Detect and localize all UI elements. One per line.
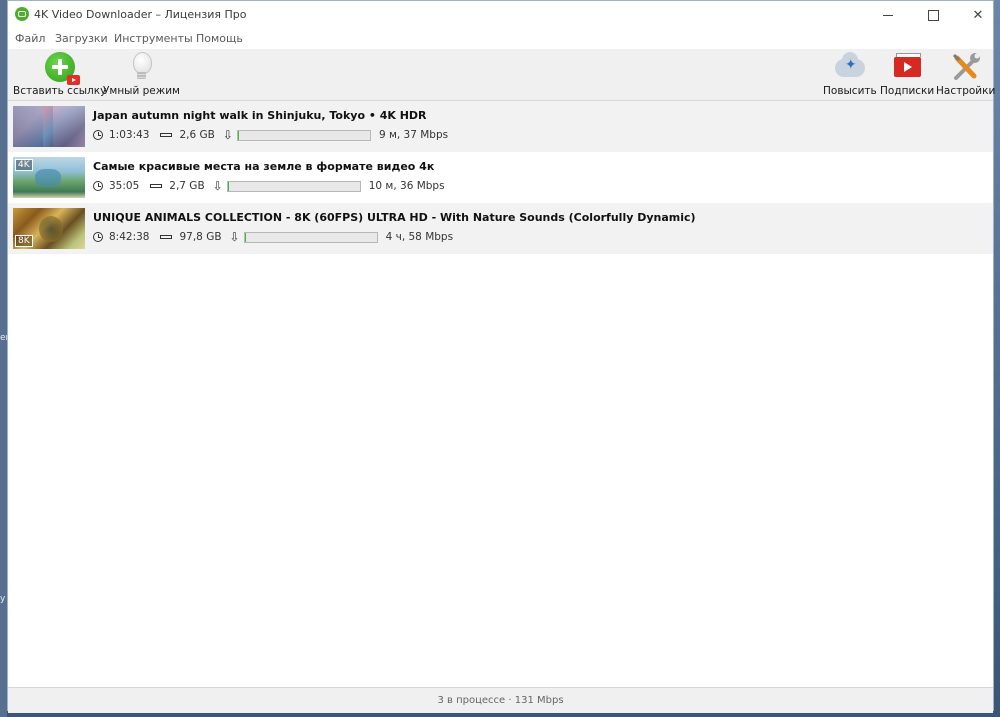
smart-mode-button[interactable]: Умный режим bbox=[103, 51, 180, 97]
cloud-upgrade-icon: ✦ bbox=[834, 52, 865, 77]
title-bar[interactable]: 4K Video Downloader – Лицензия Про ✕ bbox=[8, 1, 993, 29]
file-size: 2,6 GB bbox=[179, 129, 215, 141]
download-arrow-icon: ⇩ bbox=[229, 230, 240, 244]
eta-speed: 4 ч, 58 Mbps bbox=[385, 231, 454, 243]
desktop-icon-label: y bbox=[0, 594, 6, 604]
window-title: 4K Video Downloader – Лицензия Про bbox=[34, 8, 247, 21]
duration: 1:03:43 bbox=[109, 129, 150, 141]
download-title: Japan autumn night walk in Shinjuku, Tok… bbox=[93, 109, 427, 122]
subscriptions-icon bbox=[894, 53, 922, 77]
video-thumbnail: 4K bbox=[13, 157, 85, 198]
resolution-badge: 4K bbox=[15, 159, 33, 171]
eta-speed: 10 м, 36 Mbps bbox=[368, 180, 445, 192]
menu-tools[interactable]: Инструменты bbox=[114, 32, 193, 45]
upgrade-label: Повысить bbox=[823, 85, 877, 97]
file-size: 97,8 GB bbox=[179, 231, 222, 243]
download-title: Самые красивые места на земле в формате … bbox=[93, 160, 435, 173]
status-bar: 3 в процессе · 131 Mbps bbox=[8, 687, 993, 713]
paste-link-icon bbox=[44, 52, 80, 85]
clock-icon bbox=[93, 130, 103, 140]
paste-link-label: Вставить ссылку bbox=[13, 85, 107, 97]
status-text: 3 в процессе · 131 Mbps bbox=[437, 695, 564, 706]
settings-label: Настройки bbox=[936, 85, 996, 97]
lightbulb-icon bbox=[125, 51, 157, 83]
clock-icon bbox=[93, 232, 103, 242]
filesize-icon bbox=[160, 235, 173, 239]
desktop-background: er y bbox=[0, 0, 9, 717]
close-icon: ✕ bbox=[972, 7, 984, 23]
minimize-button[interactable] bbox=[865, 1, 911, 29]
duration: 8:42:38 bbox=[109, 231, 150, 243]
menu-downloads[interactable]: Загрузки bbox=[55, 32, 108, 45]
paste-link-button[interactable]: Вставить ссылку bbox=[13, 51, 106, 97]
progress-bar bbox=[243, 231, 378, 243]
filesize-icon bbox=[160, 133, 173, 137]
progress-fill bbox=[244, 232, 246, 242]
app-logo-icon bbox=[15, 7, 29, 21]
progress-bar bbox=[236, 129, 371, 141]
maximize-icon bbox=[927, 9, 939, 21]
filesize-icon bbox=[150, 184, 163, 188]
clock-icon bbox=[93, 181, 103, 191]
progress-fill bbox=[227, 181, 230, 191]
progress-fill bbox=[237, 130, 240, 140]
downloads-list: Japan autumn night walk in Shinjuku, Tok… bbox=[8, 101, 993, 254]
download-arrow-icon: ⇩ bbox=[212, 179, 223, 193]
video-thumbnail bbox=[13, 106, 85, 147]
wrench-screwdriver-icon bbox=[952, 53, 980, 80]
download-title: UNIQUE ANIMALS COLLECTION - 8K (60FPS) U… bbox=[93, 211, 696, 224]
video-thumbnail: 8K bbox=[13, 208, 85, 249]
settings-button[interactable]: Настройки bbox=[936, 51, 995, 97]
app-window: 4K Video Downloader – Лицензия Про ✕ Фай… bbox=[7, 0, 995, 713]
subscriptions-label: Подписки bbox=[880, 85, 935, 97]
maximize-button[interactable] bbox=[910, 1, 956, 29]
download-row[interactable]: 4K Самые красивые места на земле в форма… bbox=[8, 152, 993, 203]
resolution-badge: 8K bbox=[15, 235, 33, 247]
subscriptions-button[interactable]: Подписки bbox=[880, 51, 934, 97]
minimize-icon bbox=[883, 14, 893, 16]
eta-speed: 9 м, 37 Mbps bbox=[378, 129, 449, 141]
smart-mode-label: Умный режим bbox=[103, 85, 180, 97]
menu-help[interactable]: Помощь bbox=[196, 32, 243, 45]
file-size: 2,7 GB bbox=[169, 180, 205, 192]
download-row[interactable]: 8K UNIQUE ANIMALS COLLECTION - 8K (60FPS… bbox=[8, 203, 993, 254]
close-button[interactable]: ✕ bbox=[955, 1, 1000, 29]
toolbar: Вставить ссылку Умный режим ✦ Повысить П… bbox=[8, 49, 995, 101]
download-row[interactable]: Japan autumn night walk in Shinjuku, Tok… bbox=[8, 101, 993, 152]
download-arrow-icon: ⇩ bbox=[222, 128, 233, 142]
upgrade-button[interactable]: ✦ Повысить bbox=[823, 51, 877, 97]
duration: 35:05 bbox=[109, 180, 140, 192]
menu-bar: Файл Загрузки Инструменты Помощь bbox=[8, 29, 993, 49]
progress-bar bbox=[226, 180, 361, 192]
menu-file[interactable]: Файл bbox=[15, 32, 45, 45]
